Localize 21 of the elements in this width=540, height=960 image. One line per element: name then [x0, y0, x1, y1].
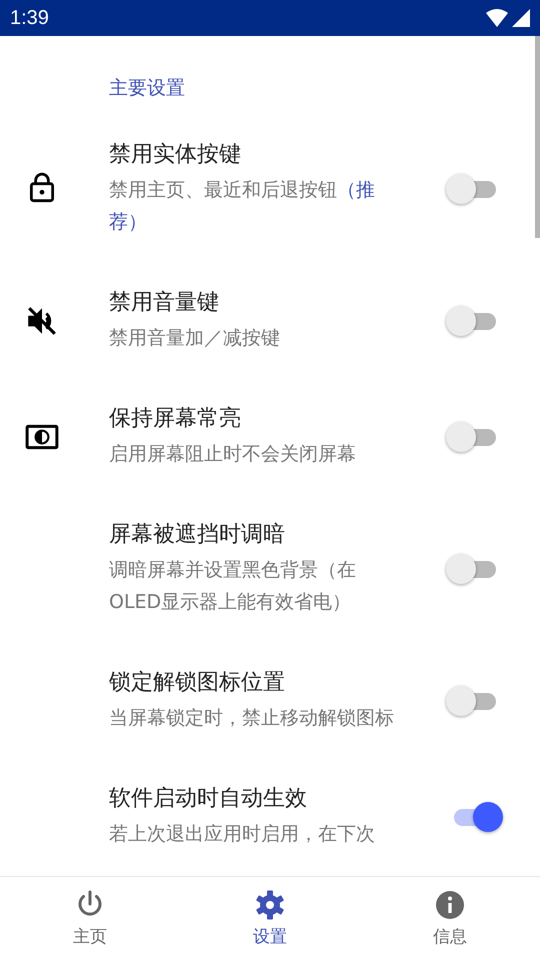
setting-title: 锁定解锁图标位置 — [109, 669, 286, 697]
setting-description: 当屏幕锁定时，禁止移动解锁图标 — [109, 706, 395, 731]
info-icon — [434, 889, 466, 921]
clock-time: 1:39 — [10, 6, 49, 30]
setting-title: 禁用实体按键 — [109, 141, 242, 169]
nav-tab[interactable]: 主页 — [0, 877, 180, 960]
setting-description: 禁用主页、最近和后退按钮（推荐） — [109, 178, 376, 235]
setting-title: 禁用音量键 — [109, 289, 220, 317]
setting-title: 屏幕被遮挡时调暗 — [109, 521, 286, 549]
setting-description: 启用屏幕阻止时不会关闭屏幕 — [109, 442, 357, 467]
nav-tab[interactable]: 信息 — [360, 877, 540, 960]
settings-icon — [254, 889, 286, 921]
setting-title: 保持屏幕常亮 — [109, 405, 242, 433]
setting-title: 软件启动时自动生效 — [109, 785, 308, 813]
nav-tab[interactable]: 设置 — [180, 877, 360, 960]
setting-description: 调暗屏幕并设置黑色背景（在OLED显示器上能有效省电） — [109, 558, 357, 615]
wifi-icon — [486, 9, 508, 27]
signal-icon — [512, 9, 530, 27]
setting-description: 若上次退出应用时启用，在下次 — [109, 822, 376, 847]
setting-description: 禁用音量加／减按键 — [109, 326, 281, 351]
section-title: 主要设置 — [109, 76, 186, 100]
